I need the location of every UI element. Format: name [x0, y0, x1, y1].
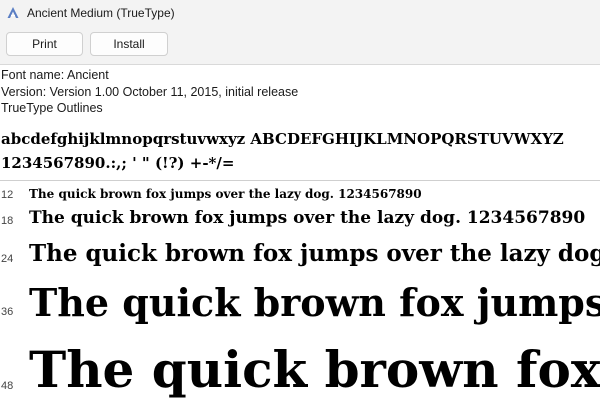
- font-outline-line: TrueType Outlines: [1, 101, 103, 115]
- sample-text: The quick brown fox jumps over the lazy …: [29, 280, 600, 325]
- font-version-line: Version: Version 1.00 October 11, 2015, …: [1, 84, 299, 99]
- sample-size-label: 18: [1, 215, 14, 227]
- divider: [0, 180, 600, 181]
- sample-text: The quick brown fox jumps over the lazy …: [29, 208, 586, 228]
- toolbar: Print Install: [0, 26, 600, 65]
- sample-row-24: 24 The quick brown fox jumps over the la…: [0, 240, 600, 276]
- install-button[interactable]: Install: [90, 32, 168, 56]
- sample-row-12: 12 The quick brown fox jumps over the la…: [0, 187, 600, 205]
- print-button[interactable]: Print: [6, 32, 83, 56]
- sample-text: The quick brown fox jumps over the lazy …: [29, 240, 600, 267]
- sample-row-48: 48 The quick brown fox jumps over the la…: [0, 340, 600, 400]
- font-file-icon: [6, 6, 20, 20]
- sample-size-label: 48: [1, 380, 14, 392]
- sample-text: The quick brown fox jumps over the lazy …: [29, 187, 422, 201]
- sample-size-label: 24: [1, 253, 14, 265]
- sample-row-36: 36 The quick brown fox jumps over the la…: [0, 280, 600, 338]
- sample-size-label: 12: [1, 189, 14, 201]
- sample-size-label: 36: [1, 306, 14, 318]
- charset-letters: abcdefghijklmnopqrstuvwxyz ABCDEFGHIJKLM…: [1, 130, 564, 148]
- sample-row-18: 18 The quick brown fox jumps over the la…: [0, 208, 600, 234]
- window-title: Ancient Medium (TrueType): [27, 6, 175, 20]
- title-bar: Ancient Medium (TrueType): [0, 0, 600, 26]
- sample-text: The quick brown fox jumps over the lazy …: [29, 340, 600, 399]
- font-info: Font name: Ancient Version: Version 1.00…: [1, 67, 298, 117]
- font-name-line: Font name: Ancient: [1, 68, 109, 82]
- charset-digits-symbols: 1234567890.:,; ' " (!?) +-*/=: [1, 154, 235, 172]
- character-set-preview: abcdefghijklmnopqrstuvwxyz ABCDEFGHIJKLM…: [1, 127, 599, 175]
